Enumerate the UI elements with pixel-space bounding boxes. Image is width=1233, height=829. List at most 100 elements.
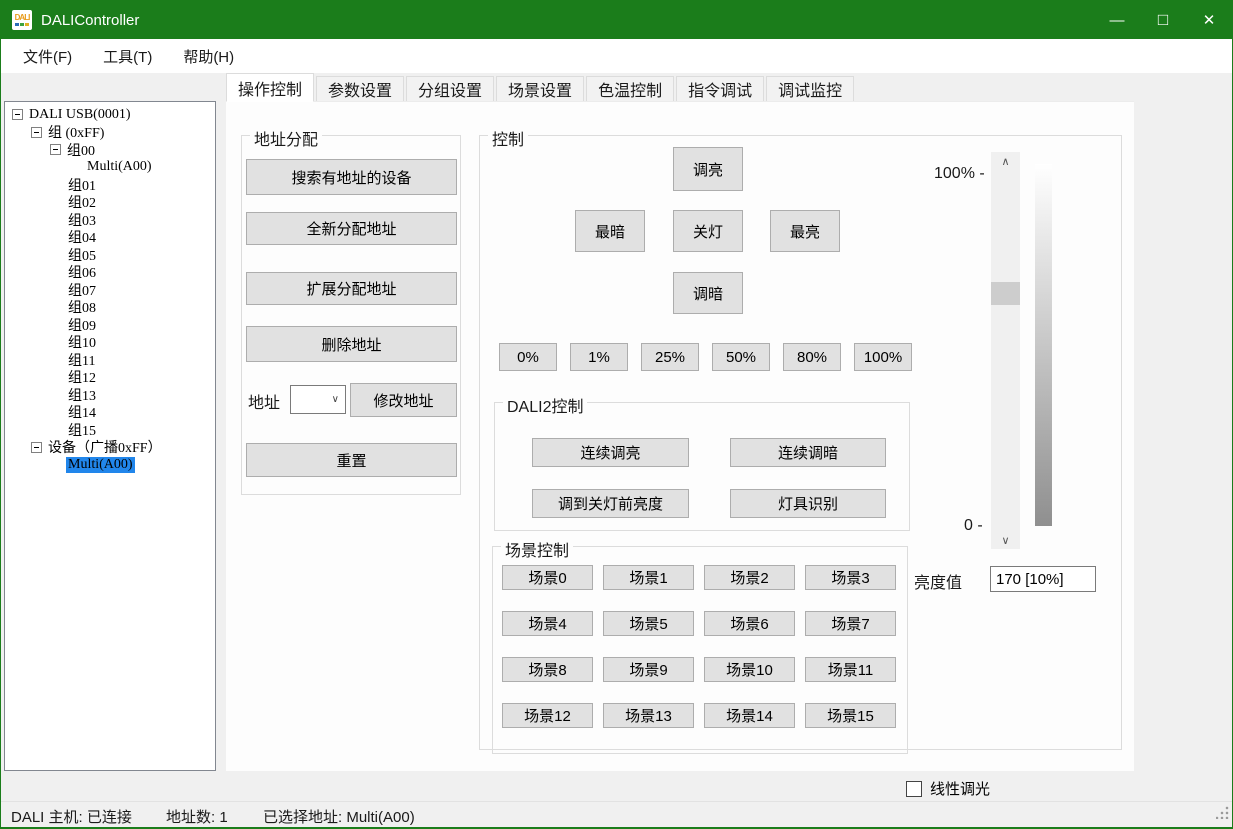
scene-button[interactable]: 场景1 — [603, 565, 694, 590]
tree-item[interactable]: 组08 — [5, 299, 215, 317]
linear-dimming-checkbox[interactable] — [906, 781, 922, 797]
tree-item[interactable]: 组04 — [5, 229, 215, 247]
scene-button[interactable]: 场景6 — [704, 611, 795, 636]
percent-button[interactable]: 25% — [641, 343, 699, 371]
group-title: DALI2控制 — [503, 393, 587, 417]
percent-button[interactable]: 50% — [712, 343, 770, 371]
scene-button[interactable]: 场景0 — [502, 565, 593, 590]
tree-item[interactable]: Multi(A00) — [5, 456, 215, 474]
scene-button[interactable]: 场景8 — [502, 657, 593, 682]
app-icon: DALI — [12, 10, 32, 30]
percent-button[interactable]: 1% — [570, 343, 628, 371]
scene-button[interactable]: 场景13 — [603, 703, 694, 728]
scrollbar-thumb[interactable] — [991, 282, 1020, 305]
maximize-icon[interactable]: □ — [1140, 1, 1186, 39]
resize-grip[interactable] — [1216, 806, 1229, 819]
window-title: DALIController — [41, 12, 139, 29]
address-allocation-group: 地址分配 搜索有地址的设备 全新分配地址 扩展分配地址 删除地址 地址 ∨ 修改… — [241, 135, 461, 495]
group-title: 地址分配 — [250, 126, 322, 150]
assign-new-address-button[interactable]: 全新分配地址 — [246, 212, 457, 245]
max-brightness-button[interactable]: 最亮 — [770, 210, 840, 252]
tree-item[interactable]: 组12 — [5, 369, 215, 387]
percent-button[interactable]: 80% — [783, 343, 841, 371]
scene-button[interactable]: 场景4 — [502, 611, 593, 636]
tab-item[interactable]: 指令调试 — [676, 76, 764, 102]
collapse-icon[interactable] — [12, 109, 23, 120]
scene-button[interactable]: 场景7 — [805, 611, 896, 636]
tree-item[interactable]: 组15 — [5, 421, 215, 439]
host-status: DALI 主机: 已连接 — [11, 806, 132, 827]
control-group: 控制 调亮 最暗 关灯 最亮 调暗 0%1%25%50%80%100% DALI… — [479, 135, 1122, 750]
brightness-value-field[interactable]: 170 [10%] — [990, 566, 1096, 592]
tree-item[interactable]: 组02 — [5, 194, 215, 212]
scene-button[interactable]: 场景5 — [603, 611, 694, 636]
percent-button[interactable]: 0% — [499, 343, 557, 371]
tree-item[interactable]: 设备（广播0xFF） — [5, 439, 215, 457]
tree-item[interactable]: 组11 — [5, 351, 215, 369]
tab-item[interactable]: 调试监控 — [766, 76, 854, 102]
scene-button[interactable]: 场景12 — [502, 703, 593, 728]
collapse-icon[interactable] — [50, 144, 61, 155]
modify-address-button[interactable]: 修改地址 — [350, 383, 457, 417]
tree-item[interactable]: 组06 — [5, 264, 215, 282]
percent-button[interactable]: 100% — [854, 343, 912, 371]
dim-down-button[interactable]: 调暗 — [673, 272, 743, 314]
menu-item[interactable]: 工具(T) — [89, 40, 166, 73]
brightness-scrollbar[interactable]: ∧ ∨ — [991, 152, 1020, 549]
tree-item[interactable]: 组13 — [5, 386, 215, 404]
continuous-dim-up-button[interactable]: 连续调亮 — [532, 438, 689, 467]
percent-button-row: 0% 1% 25% 50% 80% 100% — [499, 343, 919, 371]
tab-item[interactable]: 场景设置 — [496, 76, 584, 102]
brightness-min-label: 0 - — [964, 517, 983, 535]
reset-button[interactable]: 重置 — [246, 443, 457, 477]
operation-control-page: 地址分配 搜索有地址的设备 全新分配地址 扩展分配地址 删除地址 地址 ∨ 修改… — [226, 101, 1134, 771]
continuous-dim-down-button[interactable]: 连续调暗 — [730, 438, 886, 467]
scene-button[interactable]: 场景14 — [704, 703, 795, 728]
scroll-up-icon[interactable]: ∧ — [991, 152, 1020, 170]
scene-button[interactable]: 场景2 — [704, 565, 795, 590]
tree-item[interactable]: 组 (0xFF) — [5, 124, 215, 142]
scene-button[interactable]: 场景9 — [603, 657, 694, 682]
min-brightness-button[interactable]: 最暗 — [575, 210, 645, 252]
app-window: DALI DALIController — □ ✕ 文件(F)工具(T)帮助(H… — [0, 0, 1233, 829]
tree-item[interactable]: 组09 — [5, 316, 215, 334]
tree-item[interactable]: Multi(A00) — [5, 159, 215, 177]
tree-item[interactable]: 组01 — [5, 176, 215, 194]
extend-assign-address-button[interactable]: 扩展分配地址 — [246, 272, 457, 305]
search-addressed-devices-button[interactable]: 搜索有地址的设备 — [246, 159, 457, 195]
lamp-identify-button[interactable]: 灯具识别 — [730, 489, 886, 518]
menu-item[interactable]: 帮助(H) — [169, 40, 248, 73]
title-bar: DALI DALIController — □ ✕ — [1, 1, 1232, 39]
address-combobox[interactable]: ∨ — [290, 385, 346, 414]
tree-item[interactable]: 组07 — [5, 281, 215, 299]
tab-item[interactable]: 参数设置 — [316, 76, 404, 102]
tab-item[interactable]: 操作控制 — [226, 73, 314, 102]
close-icon[interactable]: ✕ — [1186, 1, 1232, 39]
scene-button[interactable]: 场景15 — [805, 703, 896, 728]
tab-strip: 操作控制参数设置分组设置场景设置色温控制指令调试调试监控 — [226, 73, 856, 102]
collapse-icon[interactable] — [31, 442, 42, 453]
tree-item[interactable]: 组03 — [5, 211, 215, 229]
tree-item[interactable]: DALI USB(0001) — [5, 106, 215, 124]
group-title: 控制 — [488, 126, 528, 150]
dali2-control-group: DALI2控制 连续调亮 连续调暗 调到关灯前亮度 灯具识别 — [494, 402, 910, 531]
lamp-off-button[interactable]: 关灯 — [673, 210, 743, 252]
minimize-icon[interactable]: — — [1094, 1, 1140, 39]
scene-control-group: 场景控制 场景0场景1场景2场景3场景4场景5场景6场景7场景8场景9场景10场… — [492, 546, 908, 754]
tree-item[interactable]: 组10 — [5, 334, 215, 352]
menu-item[interactable]: 文件(F) — [9, 40, 86, 73]
tab-item[interactable]: 色温控制 — [586, 76, 674, 102]
tree-item[interactable]: 组00 — [5, 141, 215, 159]
tree-item[interactable]: 组14 — [5, 404, 215, 422]
goto-last-level-button[interactable]: 调到关灯前亮度 — [532, 489, 689, 518]
linear-dimming-option[interactable]: 线性调光 — [906, 778, 990, 799]
scene-button[interactable]: 场景10 — [704, 657, 795, 682]
collapse-icon[interactable] — [31, 127, 42, 138]
delete-address-button[interactable]: 删除地址 — [246, 326, 457, 362]
scroll-down-icon[interactable]: ∨ — [991, 531, 1020, 549]
scene-button[interactable]: 场景3 — [805, 565, 896, 590]
tree-item[interactable]: 组05 — [5, 246, 215, 264]
tab-item[interactable]: 分组设置 — [406, 76, 494, 102]
scene-button[interactable]: 场景11 — [805, 657, 896, 682]
dim-up-button[interactable]: 调亮 — [673, 147, 743, 191]
